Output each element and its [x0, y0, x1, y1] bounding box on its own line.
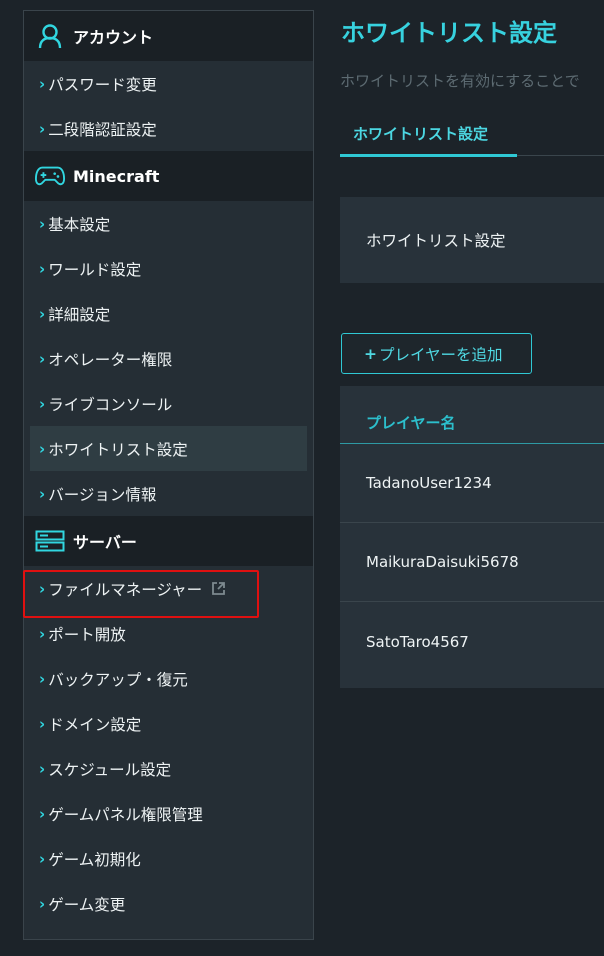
- sidebar-item-panel-permissions[interactable]: › ゲームパネル権限管理: [24, 791, 313, 836]
- sidebar-item-port[interactable]: › ポート開放: [24, 611, 313, 656]
- sidebar-item-2fa[interactable]: › 二段階認証設定: [24, 106, 313, 151]
- sidebar-item-label: バックアップ・復元: [48, 670, 188, 689]
- chevron-right-icon: ›: [39, 759, 46, 778]
- chevron-right-icon: ›: [39, 804, 46, 823]
- sidebar-item-domain[interactable]: › ドメイン設定: [24, 701, 313, 746]
- chevron-right-icon: ›: [39, 849, 46, 868]
- section-header-server: サーバー: [24, 516, 313, 566]
- chevron-right-icon: ›: [39, 714, 46, 733]
- add-player-button[interactable]: + プレイヤーを追加: [341, 333, 532, 374]
- chevron-right-icon: ›: [39, 74, 46, 93]
- page: アカウント › パスワード変更 › 二段階認証設定 Minecraft › 基本設定 …: [0, 0, 604, 956]
- sidebar-item-label: バージョン情報: [48, 485, 157, 504]
- sidebar-item-backup[interactable]: › バックアップ・復元: [24, 656, 313, 701]
- sidebar-item-version[interactable]: › バージョン情報: [24, 471, 313, 516]
- page-description: ホワイトリストを有効にすることで: [340, 72, 580, 90]
- sidebar-item-whitelist[interactable]: › ホワイトリスト設定: [30, 426, 307, 471]
- player-name-cell: SatoTaro4567: [366, 632, 469, 651]
- sidebar-item-label: 二段階認証設定: [48, 120, 157, 139]
- tab-divider: [517, 155, 604, 156]
- sidebar-item-label: ドメイン設定: [48, 715, 142, 734]
- panel-label: ホワイトリスト設定: [366, 232, 506, 250]
- sidebar-item-game-change[interactable]: › ゲーム変更: [24, 881, 313, 926]
- sidebar-item-label: 基本設定: [48, 215, 111, 234]
- sidebar-item-operator[interactable]: › オペレーター権限: [24, 336, 313, 381]
- column-header-player-name: プレイヤー名: [340, 386, 604, 444]
- section-header-minecraft: Minecraft: [24, 151, 313, 201]
- sidebar-item-label: ワールド設定: [48, 260, 142, 279]
- section-title: アカウント: [73, 28, 154, 47]
- sidebar-item-console[interactable]: › ライブコンソール: [24, 381, 313, 426]
- sidebar-item-schedule[interactable]: › スケジュール設定: [24, 746, 313, 791]
- sidebar-item-advanced[interactable]: › 詳細設定: [24, 291, 313, 336]
- section-header-account: アカウント: [24, 11, 313, 61]
- player-name-cell: TadanoUser1234: [366, 474, 492, 492]
- sidebar-item-password[interactable]: › パスワード変更: [24, 61, 313, 106]
- chevron-right-icon: ›: [39, 349, 46, 368]
- plus-icon: +: [364, 344, 377, 363]
- chevron-right-icon: ›: [39, 259, 46, 278]
- sidebar-item-label: ファイルマネージャー: [48, 580, 203, 599]
- chevron-right-icon: ›: [39, 394, 46, 413]
- player-name-cell: MaikuraDaisuki5678: [366, 553, 519, 571]
- chevron-right-icon: ›: [39, 894, 46, 913]
- sidebar-item-label: ゲーム変更: [48, 895, 126, 914]
- whitelist-settings-panel: ホワイトリスト設定: [340, 197, 604, 283]
- sidebar-item-label: スケジュール設定: [48, 760, 172, 779]
- gamepad-icon: [35, 163, 65, 189]
- sidebar: アカウント › パスワード変更 › 二段階認証設定 Minecraft › 基本設定 …: [23, 10, 314, 940]
- sidebar-item-label: 詳細設定: [48, 305, 111, 324]
- sidebar-item-file-manager[interactable]: › ファイルマネージャー: [23, 566, 313, 618]
- page-title: ホワイトリスト設定: [341, 19, 557, 47]
- sidebar-item-label: オペレーター権限: [48, 350, 173, 369]
- chevron-right-icon: ›: [39, 304, 46, 323]
- section-title: サーバー: [73, 533, 137, 552]
- table-row: TadanoUser1234: [340, 444, 604, 523]
- sidebar-item-label: ポート開放: [48, 625, 126, 644]
- sidebar-item-label: パスワード変更: [48, 75, 157, 94]
- chevron-right-icon: ›: [39, 579, 46, 598]
- sidebar-item-label: ライブコンソール: [48, 395, 173, 414]
- chevron-right-icon: ›: [39, 484, 46, 503]
- chevron-right-icon: ›: [39, 669, 46, 688]
- user-icon: [35, 23, 65, 49]
- chevron-right-icon: ›: [39, 439, 46, 458]
- add-player-label: プレイヤーを追加: [379, 345, 503, 364]
- sidebar-item-game-reset[interactable]: › ゲーム初期化: [24, 836, 313, 881]
- sidebar-item-label: ホワイトリスト設定: [48, 440, 188, 459]
- sidebar-item-basic[interactable]: › 基本設定: [24, 201, 313, 246]
- table-row: MaikuraDaisuki5678: [340, 523, 604, 602]
- chevron-right-icon: ›: [39, 624, 46, 643]
- sidebar-item-world[interactable]: › ワールド設定: [24, 246, 313, 291]
- chevron-right-icon: ›: [39, 214, 46, 233]
- section-title: Minecraft: [73, 166, 160, 186]
- tab-whitelist[interactable]: ホワイトリスト設定: [340, 113, 517, 157]
- sidebar-item-label: ゲーム初期化: [48, 850, 141, 869]
- chevron-right-icon: ›: [39, 119, 46, 138]
- sidebar-item-label: ゲームパネル権限管理: [48, 805, 203, 824]
- server-icon: [35, 528, 65, 554]
- external-link-icon: [211, 581, 226, 596]
- table-row: SatoTaro4567: [340, 602, 604, 681]
- player-table: プレイヤー名 TadanoUser1234 MaikuraDaisuki5678…: [340, 386, 604, 688]
